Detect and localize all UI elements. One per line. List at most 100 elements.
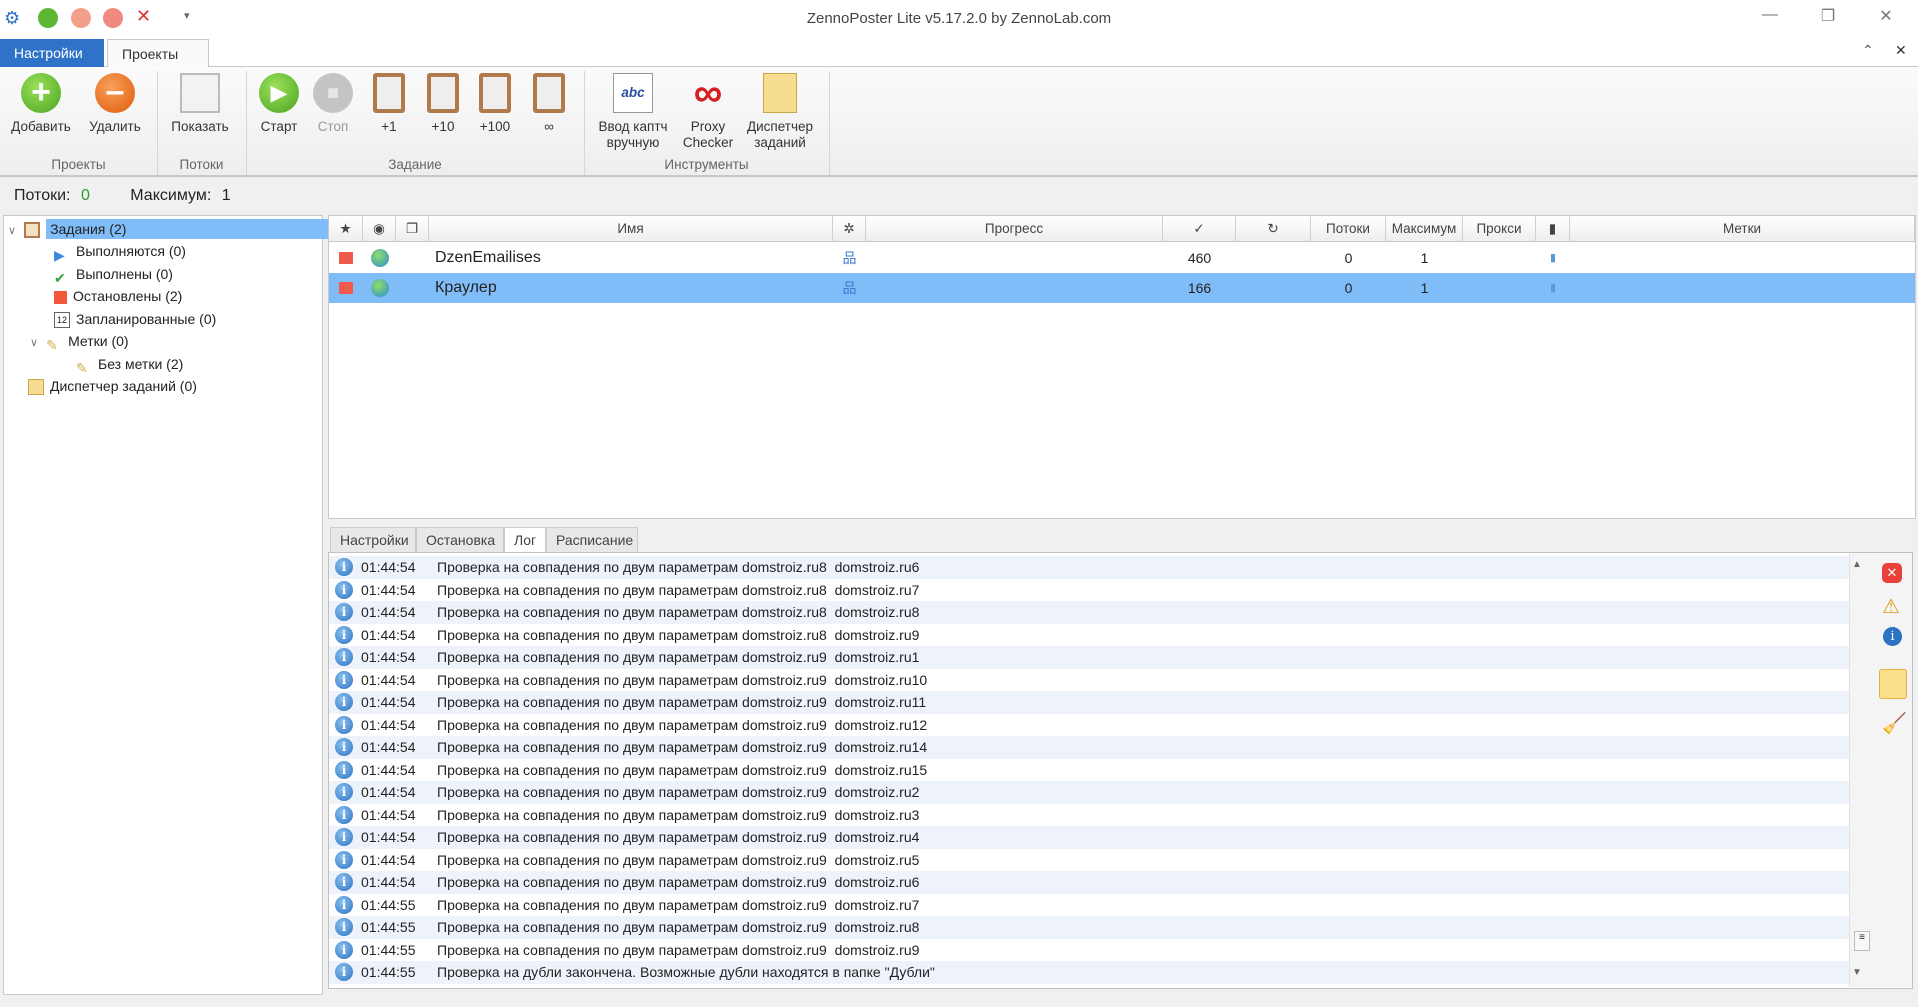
status-line: Потоки: 0 Максимум: 1 [14, 187, 231, 205]
tree-item-done[interactable]: ✔ Выполнены (0) [54, 263, 173, 286]
restore-button[interactable]: ❐ [1808, 6, 1848, 30]
log-entry: i 01:44:54 Проверка на совпадения по дву… [329, 556, 1849, 579]
tab-log[interactable]: Лог [504, 527, 546, 553]
infinite-button[interactable]: ∞ [524, 73, 574, 135]
plus1-button[interactable]: +1 [364, 73, 414, 135]
windows-icon [180, 73, 220, 113]
log-message: Проверка на совпадения по двум параметра… [437, 694, 927, 710]
stop-button[interactable]: ■ Стоп [308, 73, 358, 135]
error-filter-icon[interactable]: ✕ [1882, 563, 1902, 583]
stopped-status-icon [339, 282, 353, 294]
show-button[interactable]: Показать [164, 73, 236, 135]
log-time: 01:44:55 [361, 919, 416, 935]
collapse-ribbon-icon[interactable]: ⌃ [1862, 42, 1874, 59]
info-icon: i [335, 580, 353, 599]
check-column-icon[interactable]: ✓ [1163, 216, 1236, 242]
plus10-button[interactable]: +10 [418, 73, 468, 135]
plus100-button[interactable]: +100 [470, 73, 520, 135]
project-row[interactable]: Краулер 品 166 0 1 ▮ [329, 273, 1915, 303]
log-entry: i 01:44:54 Проверка на совпадения по дву… [329, 759, 1849, 782]
tree-label: Выполнены (0) [76, 266, 173, 282]
log-entry: i 01:44:55 Проверка на совпадения по дву… [329, 894, 1849, 917]
info-icon: i [335, 918, 353, 936]
tree-label: Остановлены (2) [73, 288, 183, 304]
tree-item-task-manager[interactable]: Диспетчер заданий (0) [28, 375, 197, 397]
plus1-label: +1 [381, 119, 397, 134]
group-label: Проекты [51, 157, 106, 172]
log-entry: i 01:44:55 Проверка на совпадения по дву… [329, 916, 1849, 939]
task-manager-label-1: Диспетчер [746, 119, 814, 134]
header-proxy[interactable]: Прокси [1463, 216, 1536, 242]
scroll-up-icon[interactable]: ▲ [1852, 559, 1862, 570]
info-icon: i [335, 828, 353, 846]
proxy-checker-button[interactable]: ∞ Proxy Checker [678, 73, 738, 151]
tree-item-tasks[interactable]: ∨ Задания (2) [8, 218, 367, 240]
remove-button[interactable]: – Удалить [80, 73, 150, 135]
start-button[interactable]: ▶ Старт [254, 73, 304, 135]
close-document-icon[interactable]: ✕ [1895, 42, 1907, 59]
chevron-down-icon[interactable]: ∨ [30, 337, 38, 349]
stopped-status-icon [339, 252, 353, 264]
network-icon[interactable]: 品 [833, 273, 866, 303]
tree-item-labels[interactable]: ∨ ✎ Метки (0) [30, 330, 129, 353]
network-icon[interactable]: 品 [833, 243, 866, 273]
infinite-label: ∞ [544, 119, 554, 134]
remove-label: Удалить [89, 119, 141, 134]
documents-icon [28, 379, 44, 396]
close-button[interactable]: ✕ [1866, 6, 1906, 30]
info-filter-icon[interactable]: i [1883, 627, 1902, 646]
chart-column-icon[interactable]: ▮ [1536, 216, 1570, 242]
project-row[interactable]: DzenEmailises 品 460 0 1 ▮ [329, 243, 1915, 273]
window-column-icon[interactable]: ❐ [396, 216, 429, 242]
header-labels[interactable]: Метки [1570, 216, 1915, 242]
tab-projects[interactable]: Проекты [107, 39, 209, 67]
globe-column-icon[interactable]: ◉ [363, 216, 396, 242]
log-time: 01:44:54 [361, 829, 416, 845]
clipboard-icon [533, 73, 565, 113]
stop-label: Стоп [317, 119, 349, 134]
tab-schedule[interactable]: Расписание [546, 527, 638, 553]
threads-value: 0 [1344, 250, 1353, 266]
log-entry: i 01:44:54 Проверка на совпадения по дву… [329, 804, 1849, 827]
gear-column-icon[interactable]: ✲ [833, 216, 866, 242]
stats-icon[interactable]: ▮ [1536, 273, 1570, 303]
globe-icon [371, 249, 389, 267]
tab-settings[interactable]: Настройки [0, 39, 104, 67]
tab-stop[interactable]: Остановка [416, 527, 504, 553]
stats-icon[interactable]: ▮ [1536, 243, 1570, 273]
log-message: Проверка на совпадения по двум параметра… [437, 739, 928, 755]
tab-settings-bottom[interactable]: Настройки [330, 527, 416, 553]
scroll-down-icon[interactable]: ▼ [1852, 967, 1862, 978]
tree-item-no-label[interactable]: ✎ Без метки (2) [76, 353, 183, 376]
info-icon: i [335, 558, 353, 576]
info-icon: i [335, 760, 353, 779]
tree-item-running[interactable]: ▶ Выполняются (0) [54, 240, 186, 264]
scrollbar-thumb[interactable]: ≡ [1854, 931, 1870, 951]
minimize-button[interactable]: — [1750, 6, 1790, 30]
clear-log-broom-icon[interactable]: 🧹 [1882, 711, 1907, 736]
warning-filter-icon[interactable]: ⚠ [1882, 594, 1900, 619]
tree-item-stopped[interactable]: Остановлены (2) [54, 285, 182, 307]
group-label: Задание [388, 157, 442, 172]
clipboard-icon [479, 73, 511, 113]
header-max[interactable]: Максимум [1386, 216, 1463, 242]
star-column-icon[interactable]: ★ [329, 216, 363, 242]
add-button[interactable]: + Добавить [6, 73, 76, 135]
task-manager-button[interactable]: Диспетчер заданий [740, 73, 820, 151]
header-progress[interactable]: Прогресс [866, 216, 1163, 242]
documents-icon [763, 73, 797, 113]
tree-item-scheduled[interactable]: 12 Запланированные (0) [54, 308, 216, 330]
autoscroll-toggle-icon[interactable] [1879, 669, 1907, 699]
captcha-icon: abc [613, 73, 653, 113]
chevron-down-icon[interactable]: ∨ [8, 225, 16, 237]
play-icon: ▶ [54, 247, 65, 264]
minus-icon: – [95, 73, 135, 113]
log-message: Проверка на совпадения по двум параметра… [437, 874, 920, 890]
task-manager-label-2: заданий [754, 135, 806, 150]
header-name[interactable]: Имя [429, 216, 833, 242]
info-icon: i [335, 850, 353, 869]
log-entry: i 01:44:54 Проверка на совпадения по дву… [329, 601, 1849, 624]
refresh-column-icon[interactable]: ↻ [1236, 216, 1311, 242]
header-threads[interactable]: Потоки [1311, 216, 1386, 242]
manual-captcha-button[interactable]: abc Ввод каптч вручную [590, 73, 676, 151]
